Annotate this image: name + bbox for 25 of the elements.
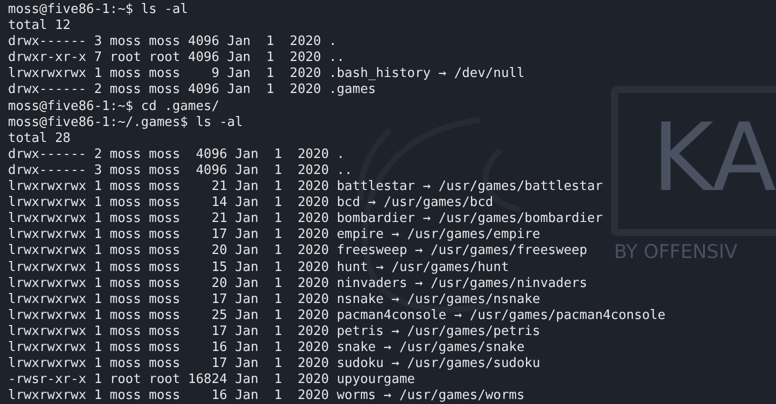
terminal-line: drwx------ 3 moss moss 4096 Jan 1 2020 .. <box>8 162 352 180</box>
terminal-line: drwx------ 3 moss moss 4096 Jan 1 2020 . <box>8 34 337 50</box>
terminal-line: lrwxrwxrwx 1 moss moss 14 Jan 1 2020 bcd → /usr/games/bcd <box>8 195 494 212</box>
terminal-line: drwx------ 2 moss moss 4096 Jan 1 2020 .games <box>8 82 376 99</box>
terminal-line: lrwxrwxrwx 1 moss moss 15 Jan 1 2020 hunt → /usr/games/hunt <box>8 260 509 276</box>
terminal-line: total 28 <box>8 130 71 147</box>
terminal-line: moss@five86-1:~$ ls -al <box>8 2 188 18</box>
terminal-line: lrwxrwxrwx 1 moss moss 17 Jan 1 2020 sudoku → /usr/games/sudoku <box>8 356 540 372</box>
terminal-line: lrwxrwxrwx 1 moss moss 25 Jan 1 2020 pacman4console → /usr/games/pacman4console <box>8 308 666 324</box>
terminal-line: lrwxrwxrwx 1 moss moss 21 Jan 1 2020 bombardier → /usr/games/bombardier <box>8 211 603 228</box>
terminal-line: moss@five86-1:~/.games$ ls -al <box>8 114 243 131</box>
terminal-line: lrwxrwxrwx 1 moss moss 16 Jan 1 2020 worms → /usr/games/worms <box>8 388 525 404</box>
terminal-line: -rwsr-xr-x 1 root root 16824 Jan 1 2020 upyourgame <box>8 372 415 388</box>
terminal-line: total 12 <box>8 18 71 34</box>
terminal-line: lrwxrwxrwx 1 moss moss 21 Jan 1 2020 battlestar → /usr/games/battlestar <box>8 179 603 196</box>
terminal-line: moss@five86-1:~$ cd .games/ <box>8 98 220 115</box>
terminal-line: lrwxrwxrwx 1 moss moss 9 Jan 1 2020 .bash_history → /dev/null <box>8 66 525 82</box>
terminal-line: lrwxrwxrwx 1 moss moss 20 Jan 1 2020 freesweep → /usr/games/freesweep <box>8 243 588 260</box>
terminal-line: drwxr-xr-x 7 root root 4096 Jan 1 2020 .. <box>8 50 345 66</box>
terminal-line: lrwxrwxrwx 1 moss moss 17 Jan 1 2020 petris → /usr/games/petris <box>8 324 540 340</box>
terminal-line: lrwxrwxrwx 1 moss moss 17 Jan 1 2020 empire → /usr/games/empire <box>8 227 540 244</box>
terminal-line: lrwxrwxrwx 1 moss moss 16 Jan 1 2020 snake → /usr/games/snake <box>8 340 525 356</box>
terminal-line: drwx------ 2 moss moss 4096 Jan 1 2020 . <box>8 146 345 163</box>
terminal-line: lrwxrwxrwx 1 moss moss 17 Jan 1 2020 nsnake → /usr/games/nsnake <box>8 292 540 308</box>
terminal-line: lrwxrwxrwx 1 moss moss 20 Jan 1 2020 ninvaders → /usr/games/ninvaders <box>8 276 588 292</box>
